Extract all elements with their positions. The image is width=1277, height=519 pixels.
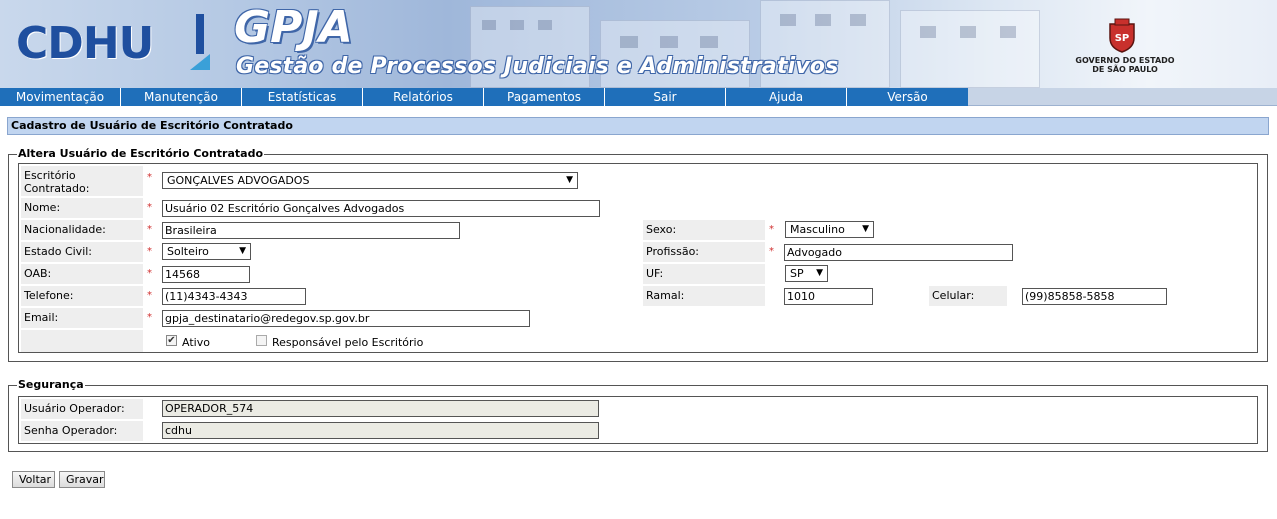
banner-window — [510, 20, 524, 30]
banner-window — [960, 26, 976, 38]
banner-window — [700, 36, 718, 48]
chevron-down-icon: ▼ — [566, 175, 573, 185]
required-mark: * — [147, 290, 152, 301]
banner-window — [538, 20, 552, 30]
page-title: Cadastro de Usuário de Escritório Contra… — [7, 117, 1269, 135]
banner-window — [920, 26, 936, 38]
uf-select[interactable]: SP ▼ — [785, 265, 828, 282]
main-menu: Movimentação Manutenção Estatísticas Rel… — [0, 88, 968, 106]
sexo-label: Sexo: — [643, 220, 765, 240]
voltar-button[interactable]: Voltar — [12, 471, 55, 488]
government-seal-icon: SP — [1109, 18, 1135, 53]
government-label-line2: DE SÃO PAULO — [1092, 65, 1158, 74]
government-label: GOVERNO DO ESTADO DE SÃO PAULO — [1060, 56, 1190, 74]
app-subtitle: Gestão de Processos Judiciais e Administ… — [236, 54, 839, 79]
user-fieldset: Altera Usuário de Escritório Contratado … — [8, 147, 1268, 362]
escritorio-select[interactable]: GONÇALVES ADVOGADOS ▼ — [162, 172, 578, 189]
telefone-input[interactable]: (11)4343-4343 — [162, 288, 306, 305]
nome-input[interactable]: Usuário 02 Escritório Gonçalves Advogado… — [162, 200, 600, 217]
required-mark: * — [147, 268, 152, 279]
required-mark: * — [147, 312, 152, 323]
nacionalidade-label: Nacionalidade: — [21, 220, 143, 240]
user-fieldset-legend: Altera Usuário de Escritório Contratado — [17, 147, 265, 161]
senha-operador-input: cdhu — [162, 422, 599, 439]
escritorio-label: Escritório Contratado: — [21, 166, 143, 196]
menu-relatorios[interactable]: Relatórios — [363, 88, 484, 106]
security-form-box: Usuário Operador: OPERADOR_574 Senha Ope… — [18, 396, 1258, 444]
oab-input[interactable]: 14568 — [162, 266, 250, 283]
menu-versao[interactable]: Versão — [847, 88, 968, 106]
government-label-line1: GOVERNO DO ESTADO — [1075, 56, 1175, 65]
responsavel-checkbox-label: Responsável pelo Escritório — [272, 336, 424, 349]
security-fieldset-legend: Segurança — [17, 378, 85, 392]
chevron-down-icon: ▼ — [862, 224, 869, 234]
required-mark: * — [769, 246, 774, 257]
required-mark: * — [147, 202, 152, 213]
banner-window — [660, 36, 678, 48]
banner-window — [780, 14, 796, 26]
cdhu-logo-mark-icon — [190, 14, 210, 70]
nacionalidade-input[interactable]: Brasileira — [162, 222, 460, 239]
chevron-down-icon: ▼ — [816, 268, 823, 278]
senha-operador-label: Senha Operador: — [21, 421, 143, 441]
ativo-checkbox-label: Ativo — [182, 336, 210, 349]
required-mark: * — [769, 224, 774, 235]
banner-window — [850, 14, 866, 26]
nome-label: Nome: — [21, 198, 143, 218]
chevron-down-icon: ▼ — [239, 246, 246, 256]
sexo-select-value: Masculino — [790, 223, 845, 236]
profissao-input[interactable]: Advogado — [784, 244, 1013, 261]
app-banner: CDHU GPJA Gestão de Processos Judiciais … — [0, 0, 1277, 88]
sexo-select[interactable]: Masculino ▼ — [785, 221, 874, 238]
banner-window — [482, 20, 496, 30]
menu-manutencao[interactable]: Manutenção — [121, 88, 242, 106]
banner-window — [815, 14, 831, 26]
uf-select-value: SP — [790, 267, 804, 280]
required-mark: * — [147, 172, 152, 183]
menu-sair[interactable]: Sair — [605, 88, 726, 106]
menu-estatisticas[interactable]: Estatísticas — [242, 88, 363, 106]
menu-pagamentos[interactable]: Pagamentos — [484, 88, 605, 106]
security-fieldset: Segurança Usuário Operador: OPERADOR_574… — [8, 378, 1268, 452]
responsavel-checkbox[interactable] — [256, 335, 267, 346]
profissao-label: Profissão: — [643, 242, 765, 262]
email-label: Email: — [21, 308, 143, 328]
gravar-button[interactable]: Gravar — [59, 471, 105, 488]
estado-civil-label: Estado Civil: — [21, 242, 143, 262]
required-mark: * — [147, 224, 152, 235]
seal-text: SP — [1115, 33, 1130, 44]
banner-window — [1000, 26, 1016, 38]
usuario-operador-label: Usuário Operador: — [21, 399, 143, 419]
required-mark: * — [147, 246, 152, 257]
uf-label: UF: — [643, 264, 765, 284]
app-title: GPJA — [234, 2, 353, 53]
ramal-input[interactable]: 1010 — [784, 288, 873, 305]
user-form-box: Escritório Contratado: * GONÇALVES ADVOG… — [18, 163, 1258, 353]
banner-window — [620, 36, 638, 48]
usuario-operador-input: OPERADOR_574 — [162, 400, 599, 417]
cdhu-logo: CDHU — [16, 18, 154, 69]
banner-building — [900, 10, 1040, 88]
email-input[interactable]: gpja_destinatario@redegov.sp.gov.br — [162, 310, 530, 327]
escritorio-select-value: GONÇALVES ADVOGADOS — [167, 174, 310, 187]
menu-ajuda[interactable]: Ajuda — [726, 88, 847, 106]
checkbox-row-label — [21, 330, 143, 352]
oab-label: OAB: — [21, 264, 143, 284]
ativo-checkbox[interactable]: ✔ — [166, 335, 177, 346]
menu-bar: Movimentação Manutenção Estatísticas Rel… — [0, 88, 1277, 106]
celular-label: Celular: — [929, 286, 1007, 306]
ramal-label: Ramal: — [643, 286, 765, 306]
telefone-label: Telefone: — [21, 286, 143, 306]
menu-movimentacao[interactable]: Movimentação — [0, 88, 121, 106]
celular-input[interactable]: (99)85858-5858 — [1022, 288, 1167, 305]
estado-civil-select-value: Solteiro — [167, 245, 209, 258]
estado-civil-select[interactable]: Solteiro ▼ — [162, 243, 251, 260]
